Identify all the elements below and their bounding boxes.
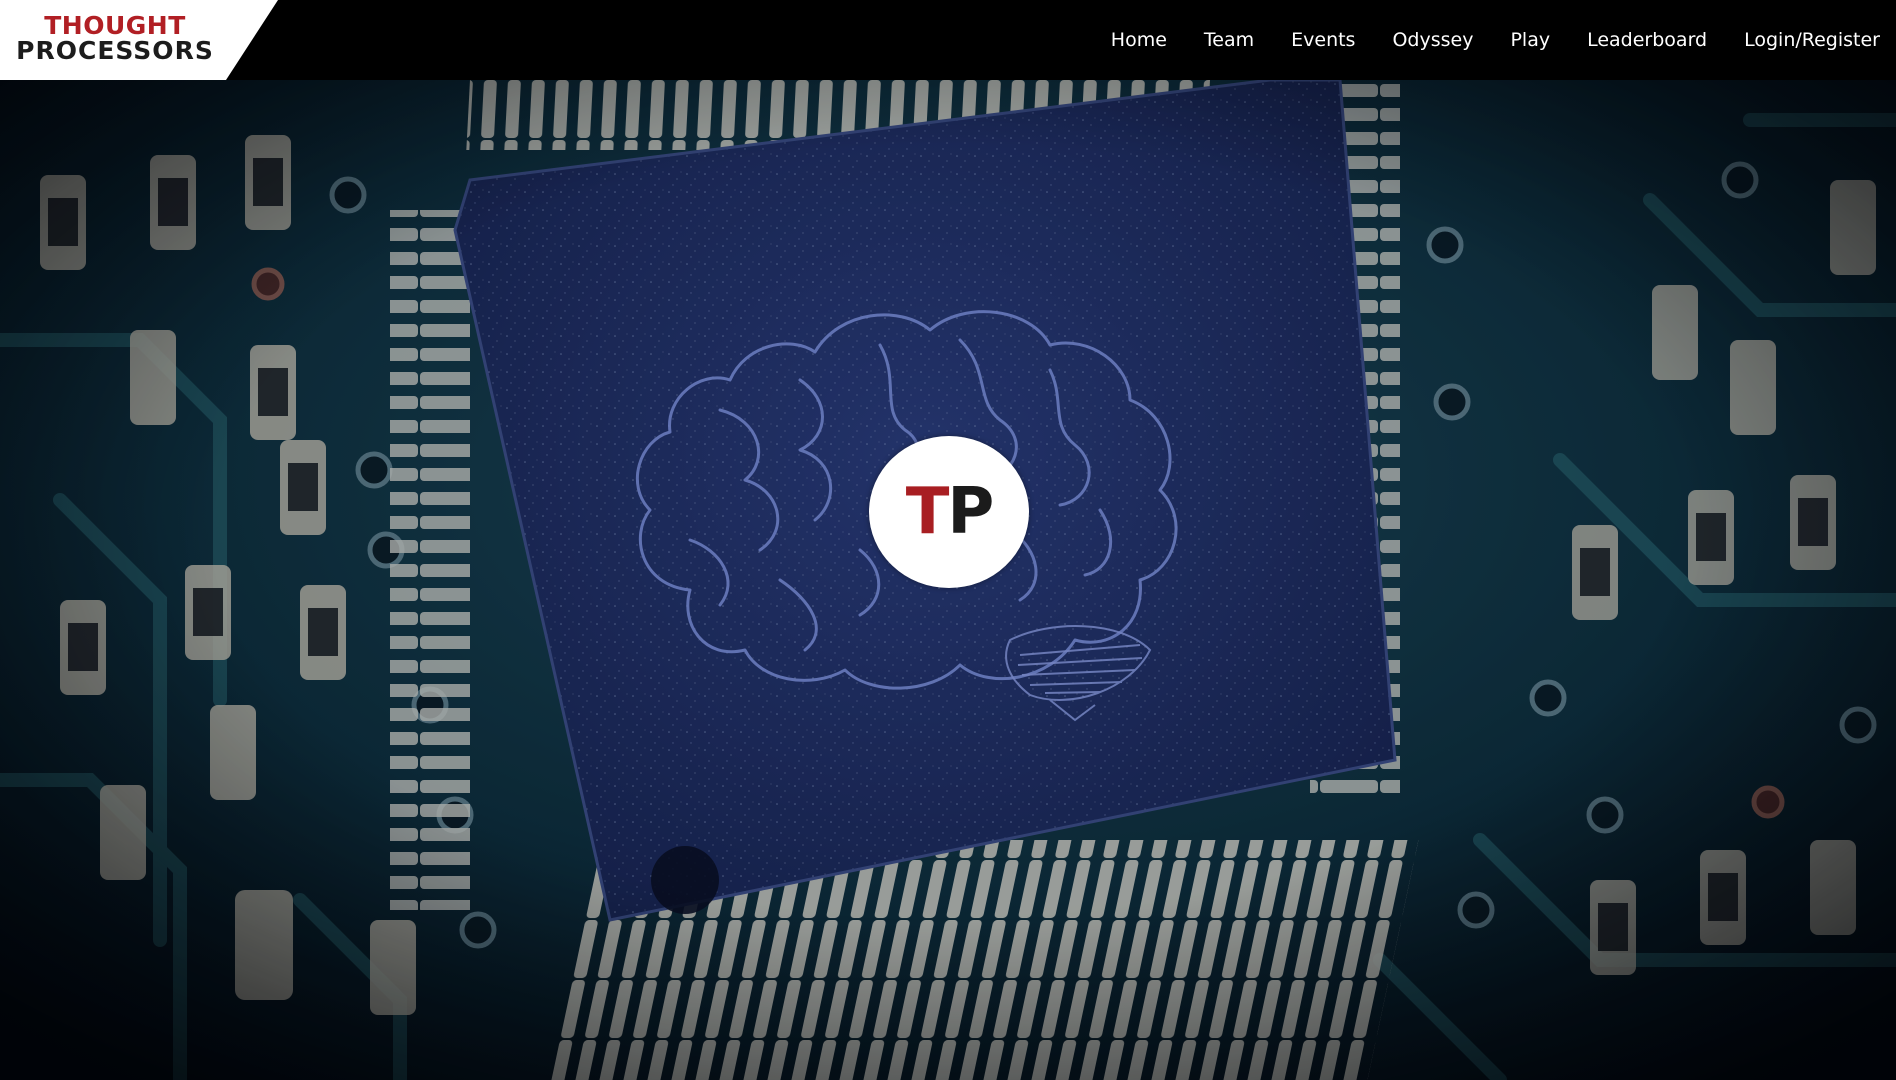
nav-link-team[interactable]: Team: [1204, 29, 1254, 51]
nav-menu: Home Team Events Odyssey Play Leaderboar…: [1074, 0, 1880, 80]
hero-banner: TP: [0, 80, 1896, 1080]
nav-link-home[interactable]: Home: [1111, 29, 1167, 51]
nav-item-home: Home: [1111, 29, 1167, 51]
brand-logo[interactable]: THOUGHT PROCESSORS: [0, 0, 280, 80]
tp-logo-text: TP: [906, 480, 995, 544]
nav-link-play[interactable]: Play: [1510, 29, 1550, 51]
nav-link-leaderboard[interactable]: Leaderboard: [1587, 29, 1707, 51]
nav-link-login-register[interactable]: Login/Register: [1744, 29, 1880, 51]
nav-item-team: Team: [1204, 29, 1254, 51]
tp-letter-t: T: [905, 475, 950, 549]
nav-item-events: Events: [1291, 29, 1355, 51]
brand-line2: PROCESSORS: [16, 36, 214, 65]
nav-item-odyssey: Odyssey: [1392, 29, 1473, 51]
nav-item-play: Play: [1510, 29, 1550, 51]
page: THOUGHT PROCESSORS Home Team Events Odys…: [0, 0, 1896, 1080]
nav-link-odyssey[interactable]: Odyssey: [1392, 29, 1473, 51]
top-navbar: THOUGHT PROCESSORS Home Team Events Odys…: [0, 0, 1896, 80]
nav-item-leaderboard: Leaderboard: [1587, 29, 1707, 51]
nav-item-login: Login/Register: [1744, 29, 1880, 51]
nav-link-events[interactable]: Events: [1291, 29, 1355, 51]
tp-letter-p: P: [947, 475, 994, 549]
brand-line1: THOUGHT: [44, 11, 186, 40]
tp-logo-badge: TP: [869, 436, 1029, 588]
